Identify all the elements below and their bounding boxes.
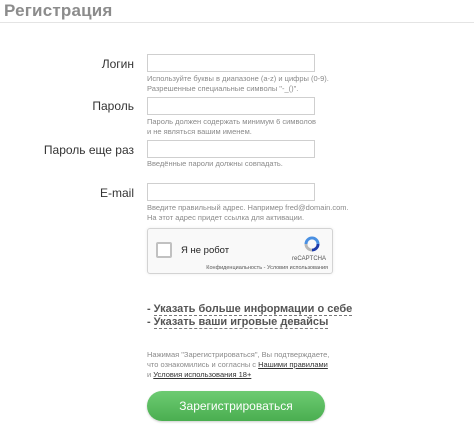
recaptcha-widget: Я не робот reCAPTCHA Конфиденциальность … [147, 228, 333, 274]
login-hint-line2: Разрешенные специальные символы "-_()". [147, 84, 299, 93]
password-hint-line1: Пароль должен содержать минимум 6 символ… [147, 117, 316, 126]
recaptcha-checkbox[interactable] [156, 242, 172, 258]
email-label: E-mail [99, 186, 134, 200]
more-info-dash: - [147, 303, 151, 315]
rules-link[interactable]: Нашими правилами [258, 360, 328, 369]
email-input[interactable] [147, 183, 315, 201]
email-hint-line1: Введите правильный адрес. Например fred@… [147, 203, 349, 212]
login-hint-line1: Используйте буквы в диапазоне (a-z) и ци… [147, 74, 329, 83]
recaptcha-links: Конфиденциальность - Условия использован… [206, 265, 328, 271]
password-repeat-hint-line1: Введённые пароли должны совпадать. [147, 159, 283, 168]
terms-line2: что ознакомились и согласны с Нашими пра… [147, 360, 377, 370]
password-input[interactable] [147, 97, 315, 115]
page-title: Регистрация [4, 1, 113, 20]
password-hint-line2: и не являться вашим именем. [147, 127, 252, 136]
recaptcha-logo-icon [304, 236, 320, 252]
game-devices-link[interactable]: - Указать ваши игровые девайсы [147, 315, 329, 329]
login-input[interactable] [147, 54, 315, 72]
login-hint: Используйте буквы в диапазоне (a-z) и ци… [147, 74, 377, 94]
game-devices-label[interactable]: Указать ваши игровые девайсы [153, 316, 329, 329]
game-devices-dash: - [147, 316, 151, 328]
email-hint: Введите правильный адрес. Например fred@… [147, 203, 377, 223]
more-info-link[interactable]: - Указать больше информации о себе [147, 302, 353, 316]
terms-line2-prefix: что ознакомились и согласны с [147, 360, 259, 369]
recaptcha-terms-link[interactable]: Условия использования [267, 265, 328, 271]
email-hint-line2: На этот адрес придет ссылка для активаци… [147, 213, 305, 222]
recaptcha-brand: reCAPTCHA [291, 256, 326, 262]
password-repeat-label: Пароль еще раз [43, 143, 134, 157]
title-divider [0, 22, 474, 23]
password-label: Пароль [92, 99, 134, 113]
login-label: Логин [101, 57, 134, 71]
password-repeat-hint: Введённые пароли должны совпадать. [147, 159, 377, 169]
recaptcha-privacy-link[interactable]: Конфиденциальность [206, 265, 262, 271]
terms-line1: Нажимая "Зарегистрироваться", Вы подтвер… [147, 350, 330, 359]
register-button[interactable]: Зарегистрироваться [147, 391, 325, 421]
password-repeat-input[interactable] [147, 140, 315, 158]
terms-line3: и Условия использования 18+ [147, 370, 377, 380]
usage-terms-link[interactable]: Условия использования 18+ [153, 370, 251, 379]
recaptcha-label: Я не робот [181, 245, 230, 256]
terms-notice: Нажимая "Зарегистрироваться", Вы подтвер… [147, 350, 377, 380]
password-hint: Пароль должен содержать минимум 6 символ… [147, 117, 377, 137]
